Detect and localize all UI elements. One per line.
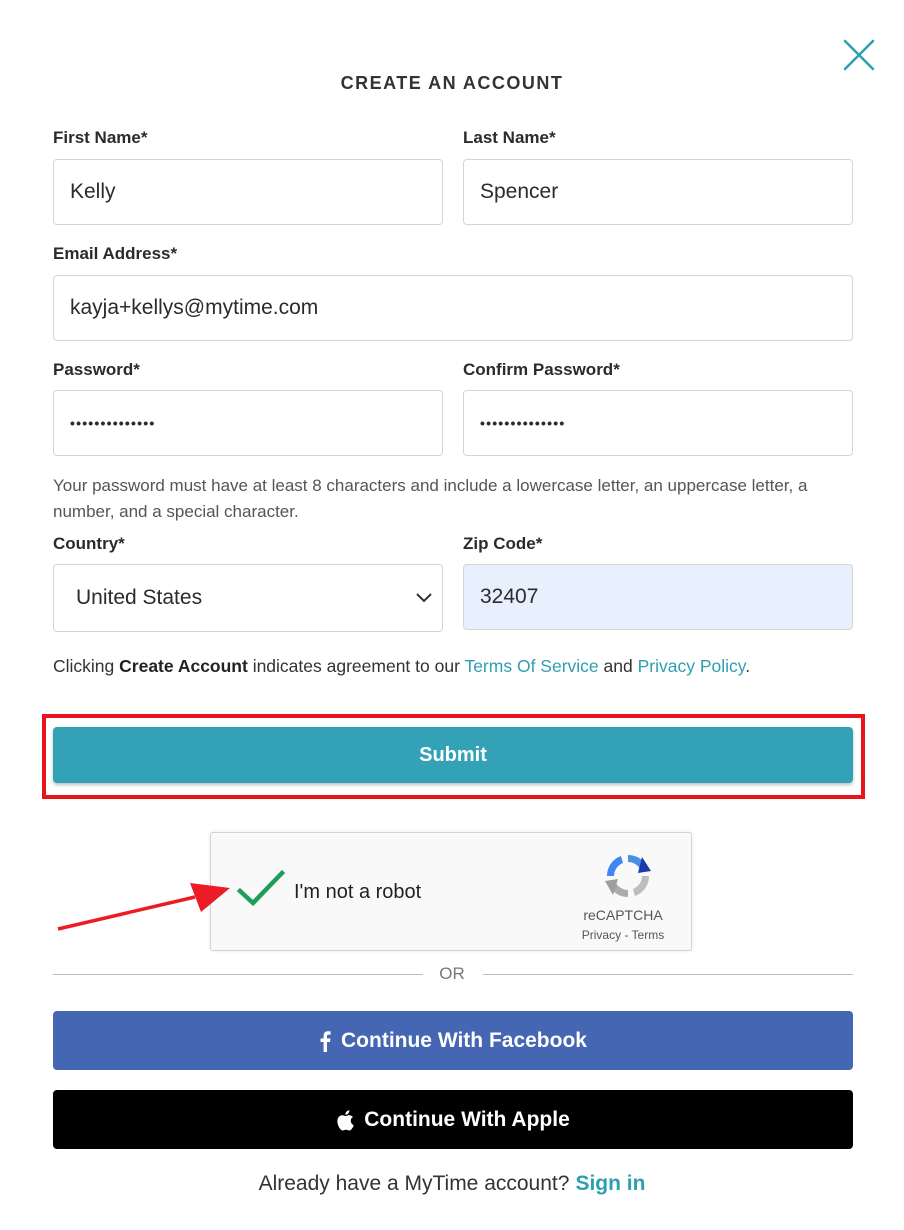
last-name-label: Last Name* <box>463 128 556 147</box>
confirm-password-value: •••••••••••••• <box>480 415 566 431</box>
terms-text: Clicking Create Account indicates agreem… <box>53 656 750 677</box>
email-field[interactable]: kayja+kellys@mytime.com <box>53 275 853 341</box>
first-name-value: Kelly <box>70 180 116 203</box>
confirm-password-field[interactable]: •••••••••••••• <box>463 390 853 456</box>
last-name-value: Spencer <box>480 180 559 203</box>
country-label: Country* <box>53 534 125 553</box>
country-value: United States <box>76 586 203 609</box>
recaptcha-label: I'm not a robot <box>294 881 422 903</box>
terms-bold: Create Account <box>119 656 248 676</box>
page-title: CREATE AN ACCOUNT <box>340 73 564 93</box>
country-select[interactable]: United States <box>53 564 443 632</box>
first-name-label: First Name* <box>53 128 148 147</box>
apple-button-label: Continue With Apple <box>364 1107 570 1131</box>
sign-in-link[interactable]: Sign in <box>575 1172 645 1195</box>
continue-with-facebook-button[interactable]: Continue With Facebook <box>53 1011 853 1070</box>
recaptcha-links[interactable]: Privacy - Terms <box>556 928 690 942</box>
zip-label: Zip Code* <box>463 534 543 553</box>
chevron-down-icon <box>414 587 434 607</box>
password-value: •••••••••••••• <box>70 415 156 431</box>
first-name-field[interactable]: Kelly <box>53 159 443 225</box>
privacy-policy-link[interactable]: Privacy Policy <box>638 656 746 676</box>
password-label: Password* <box>53 360 140 379</box>
last-name-field[interactable]: Spencer <box>463 159 853 225</box>
zip-field[interactable]: 32407 <box>463 564 853 630</box>
arrow-annotation <box>55 880 235 936</box>
terms-prefix: Clicking <box>53 656 120 676</box>
terms-and: and <box>598 656 638 676</box>
terms-suffix: . <box>745 656 751 676</box>
submit-button[interactable]: Submit <box>53 727 853 783</box>
close-icon[interactable] <box>842 38 876 72</box>
recaptcha-logo-icon <box>601 849 655 903</box>
signin-prompt-text: Already have a MyTime account? <box>258 1172 570 1195</box>
recaptcha-brand: reCAPTCHA <box>583 907 663 923</box>
zip-value: 32407 <box>480 585 539 608</box>
apple-icon <box>337 1109 354 1131</box>
terms-middle: indicates agreement to our <box>247 656 465 676</box>
signin-prompt: Already have a MyTime account? Sign in <box>0 1172 904 1196</box>
facebook-button-label: Continue With Facebook <box>341 1028 587 1052</box>
password-hint: Your password must have at least 8 chara… <box>53 476 808 521</box>
facebook-icon <box>320 1030 331 1052</box>
checkmark-icon <box>236 869 286 907</box>
confirm-password-label: Confirm Password* <box>463 360 620 379</box>
terms-of-service-link[interactable]: Terms Of Service <box>464 656 598 676</box>
email-label: Email Address* <box>53 244 178 263</box>
or-divider-label: OR <box>439 964 465 983</box>
continue-with-apple-button[interactable]: Continue With Apple <box>53 1090 853 1149</box>
recaptcha-widget: I'm not a robot reCAPTCHA Privacy - Term… <box>210 832 692 951</box>
password-field[interactable]: •••••••••••••• <box>53 390 443 456</box>
recaptcha-checkbox[interactable] <box>236 869 286 909</box>
email-value: kayja+kellys@mytime.com <box>70 296 319 319</box>
